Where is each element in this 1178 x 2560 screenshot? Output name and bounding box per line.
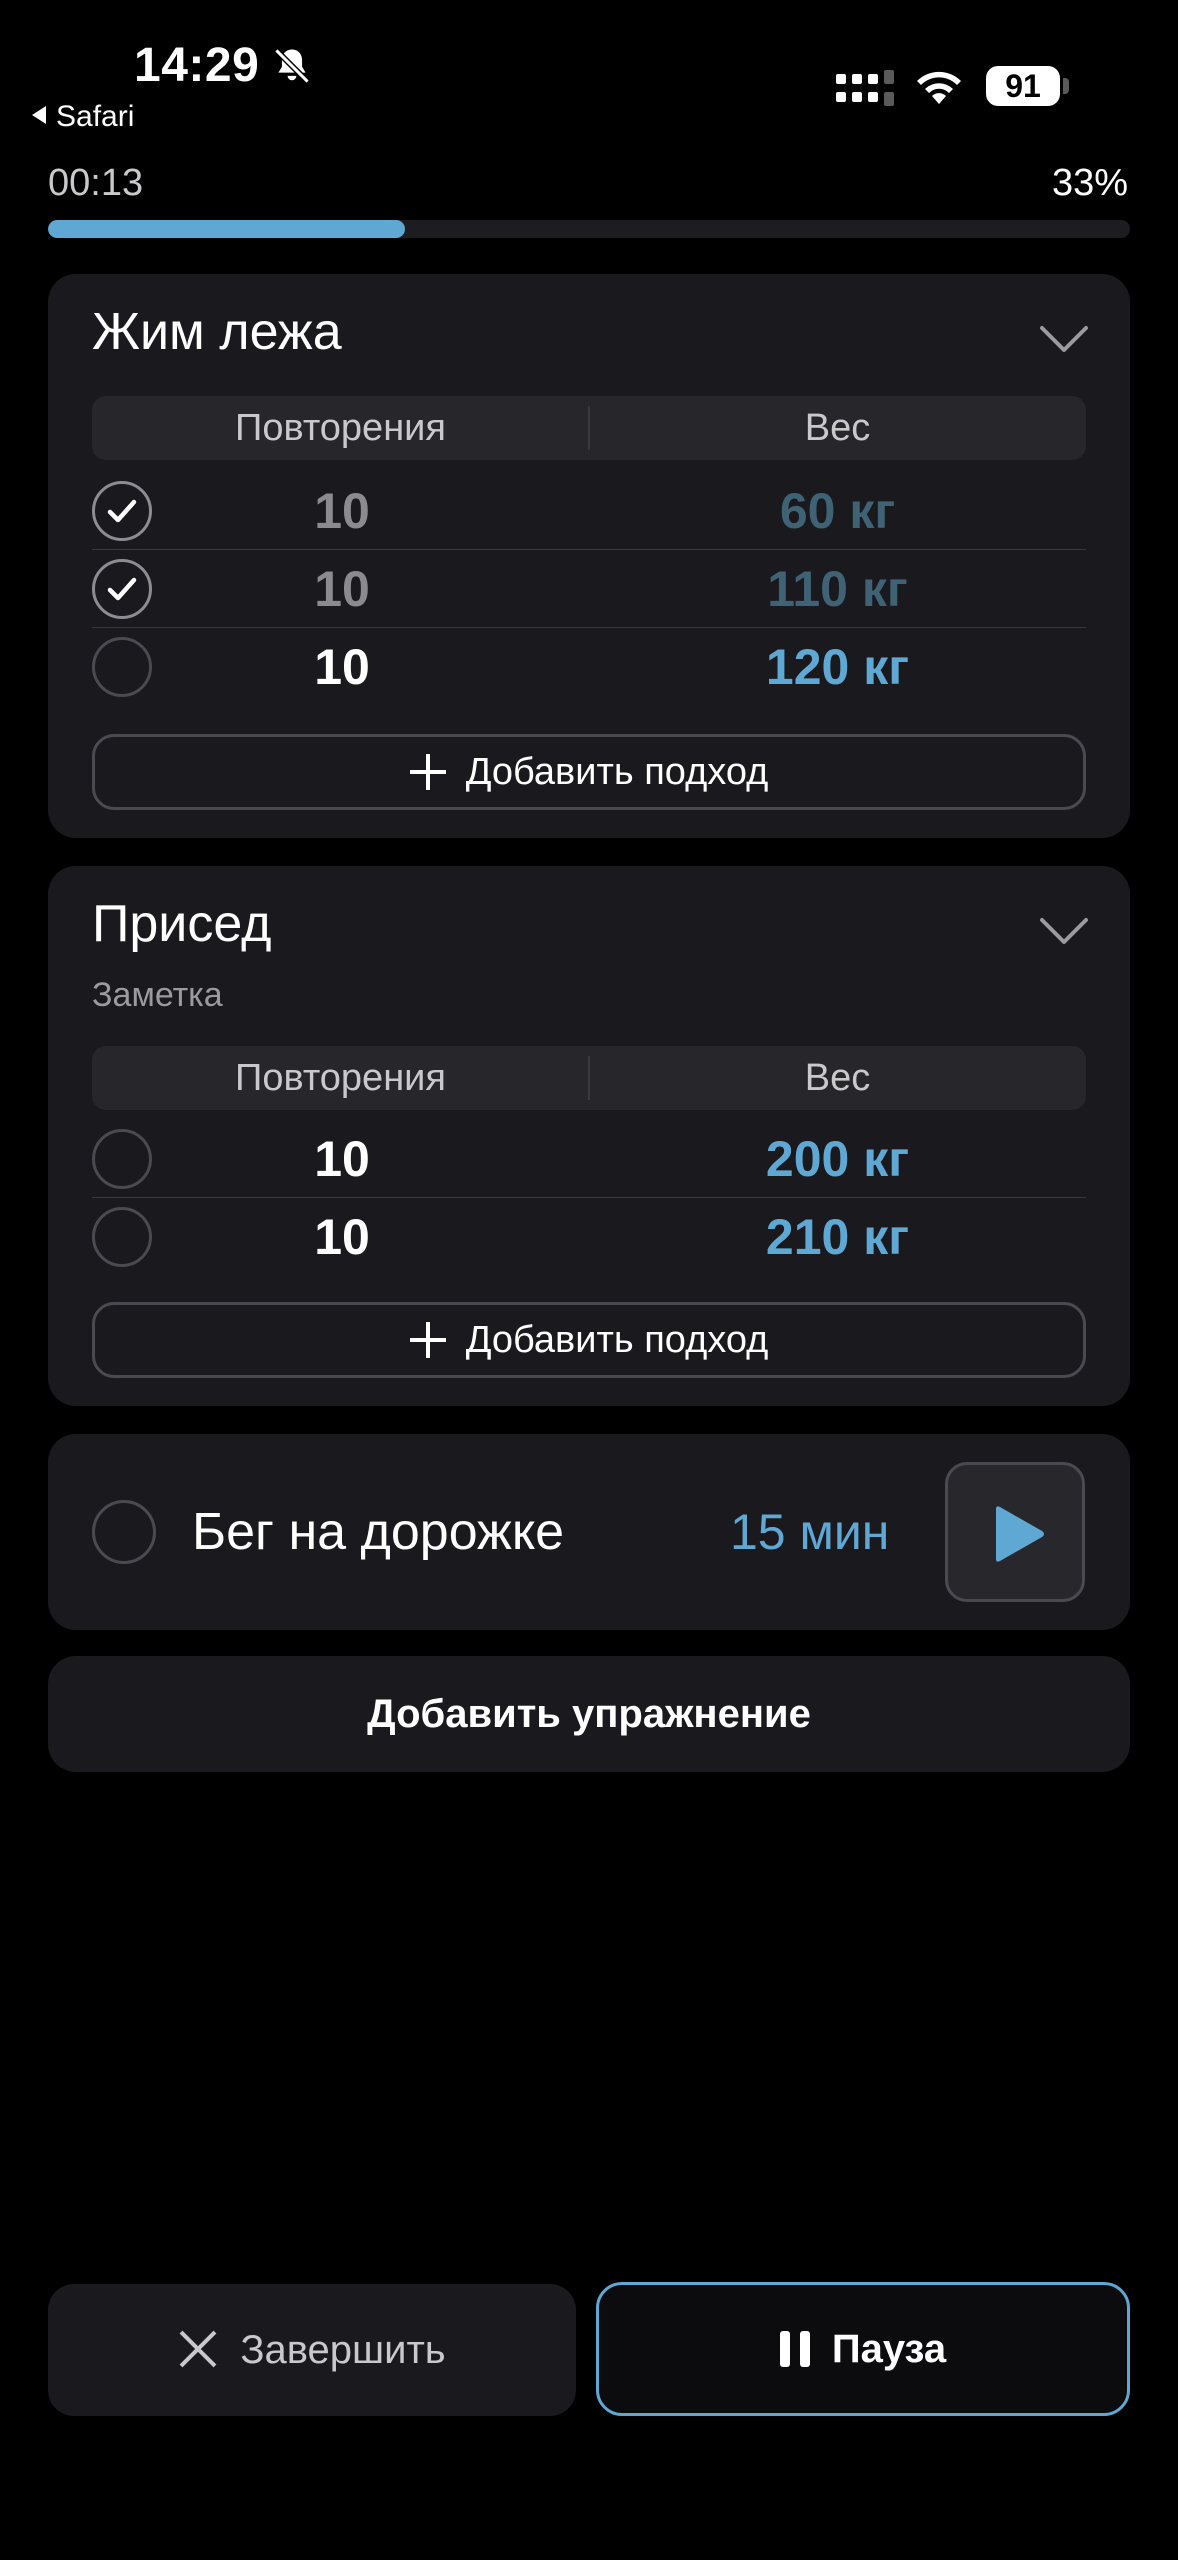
column-header-weight: Вес	[804, 407, 871, 449]
set-weight[interactable]: 60 кг	[589, 472, 1086, 550]
exercise-note[interactable]: Заметка	[92, 976, 223, 1015]
battery-indicator: 91	[986, 66, 1070, 106]
plus-icon	[409, 1322, 446, 1358]
progress-fill	[48, 220, 406, 238]
add-set-label: Добавить подход	[465, 1319, 769, 1361]
pause-icon	[779, 2331, 810, 2367]
set-checkbox[interactable]	[92, 1207, 152, 1267]
pause-label: Пауза	[831, 2327, 947, 2371]
exercise-title: Жим лежа	[92, 303, 342, 361]
bell-slash-icon	[274, 48, 310, 84]
checkmark-icon	[107, 577, 137, 601]
sets-table-header: Повторения Вес	[92, 1046, 1086, 1110]
finish-button[interactable]: Завершить	[48, 2284, 576, 2416]
chevron-down-icon[interactable]	[1038, 916, 1090, 946]
set-reps[interactable]: 10	[242, 628, 442, 706]
cardio-duration[interactable]: 15 мин	[730, 1434, 889, 1630]
set-reps[interactable]: 10	[242, 550, 442, 628]
set-weight[interactable]: 210 кг	[589, 1198, 1086, 1276]
exercise-card-bench-press: Жим лежа Повторения Вес 10 60 кг 10 110 …	[48, 274, 1130, 838]
chevron-down-icon[interactable]	[1038, 324, 1090, 354]
add-exercise-button[interactable]: Добавить упражнение	[48, 1656, 1130, 1772]
set-checkbox[interactable]	[92, 559, 152, 619]
set-row: 10 110 кг	[92, 550, 1086, 628]
back-arrow-icon	[32, 106, 46, 124]
finish-label: Завершить	[240, 2328, 446, 2372]
column-header-reps: Повторения	[235, 407, 446, 449]
set-reps[interactable]: 10	[242, 1120, 442, 1198]
set-row: 10 60 кг	[92, 472, 1086, 550]
plus-icon	[409, 754, 446, 790]
set-checkbox[interactable]	[92, 1129, 152, 1189]
elapsed-timer: 00:13	[48, 162, 144, 204]
progress-percent: 33%	[1051, 162, 1128, 204]
set-weight[interactable]: 200 кг	[589, 1120, 1086, 1198]
checkmark-icon	[107, 499, 137, 523]
cardio-checkbox[interactable]	[92, 1500, 156, 1564]
add-set-button[interactable]: Добавить подход	[92, 1302, 1086, 1378]
battery-nub	[1063, 78, 1069, 94]
wifi-icon	[917, 71, 961, 104]
play-icon	[996, 1506, 1044, 1562]
cardio-name: Бег на дорожке	[192, 1503, 565, 1561]
set-reps[interactable]: 10	[242, 472, 442, 550]
pause-button[interactable]: Пауза	[596, 2282, 1130, 2416]
add-set-button[interactable]: Добавить подход	[92, 734, 1086, 810]
set-weight[interactable]: 120 кг	[589, 628, 1086, 706]
close-icon	[178, 2329, 218, 2369]
set-weight[interactable]: 110 кг	[589, 550, 1086, 628]
battery-level: 91	[986, 66, 1060, 106]
set-checkbox[interactable]	[92, 481, 152, 541]
column-header-weight: Вес	[804, 1057, 871, 1099]
set-row: 10 120 кг	[92, 628, 1086, 706]
workout-progress-bar	[48, 220, 1130, 238]
column-header-reps: Повторения	[235, 1057, 446, 1099]
play-button[interactable]	[945, 1462, 1085, 1602]
set-row: 10 200 кг	[92, 1120, 1086, 1198]
exercise-card-squat: Присед Заметка Повторения Вес 10 200 кг …	[48, 866, 1130, 1406]
set-checkbox[interactable]	[92, 637, 152, 697]
set-row: 10 210 кг	[92, 1198, 1086, 1276]
cellular-signal-icon	[836, 70, 894, 106]
back-to-app-link[interactable]: Safari	[32, 100, 134, 134]
back-app-label: Safari	[56, 100, 135, 133]
cardio-card: Бег на дорожке 15 мин	[48, 1434, 1130, 1630]
status-time: 14:29	[134, 39, 260, 92]
exercise-title: Присед	[92, 895, 272, 953]
set-reps[interactable]: 10	[242, 1198, 442, 1276]
add-set-label: Добавить подход	[465, 751, 769, 793]
sets-table-header: Повторения Вес	[92, 396, 1086, 460]
